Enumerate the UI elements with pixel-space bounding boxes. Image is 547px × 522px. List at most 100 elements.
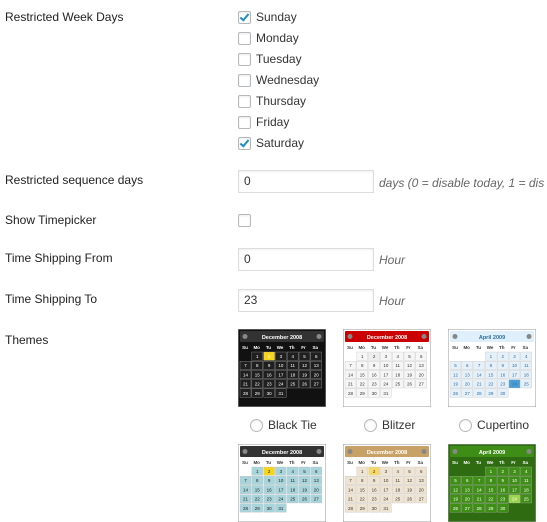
wednesday-checkbox[interactable] xyxy=(238,73,251,87)
theme-radio-blitzer[interactable]: Blitzer xyxy=(364,418,415,432)
timepicker-checkbox[interactable] xyxy=(238,213,251,227)
tuesday-checkbox[interactable] xyxy=(238,52,251,66)
weekday-header: Fr xyxy=(406,345,411,350)
weekday-thursday[interactable]: Thursday xyxy=(238,93,306,109)
day-number: 30 xyxy=(500,506,506,511)
weekday-sunday[interactable]: Sunday xyxy=(238,9,297,25)
weekday-header: Su xyxy=(242,345,248,350)
day-number: 26 xyxy=(302,497,308,502)
weekday-tuesday[interactable]: Tuesday xyxy=(238,51,302,67)
theme-thumb-green[interactable]: April 2009 Su Mo Tu We Th Fr Sa 1 2 3 4 5 6 7 8 9 10 11 12 1… xyxy=(448,444,536,522)
day-number: 17 xyxy=(512,372,518,377)
day-number: 18 xyxy=(395,487,401,492)
weekday-header: Tu xyxy=(371,345,376,350)
sunday-label: Sunday xyxy=(256,10,297,24)
thursday-checkbox[interactable] xyxy=(238,94,251,108)
blitzer-radio[interactable] xyxy=(364,418,377,432)
theme-thumb-black-tie[interactable]: December 2008 Su Mo Tu We Th Fr Sa 1 2 3 4 5 6 7 8 9 10 11… xyxy=(238,329,326,407)
day-number: 17 xyxy=(383,372,389,377)
day-number: 12 xyxy=(302,478,308,483)
theme-thumb-cupertino[interactable]: April 2009 Su Mo Tu We Th Fr Sa 1 2 3 4 5 6 7 8 9 10 11 12 1… xyxy=(448,329,536,407)
day-number: 28 xyxy=(348,506,354,511)
friday-checkbox[interactable] xyxy=(238,115,251,129)
weekday-header: Fr xyxy=(301,460,306,465)
day-number: 25 xyxy=(524,497,530,502)
timepicker-toggle[interactable] xyxy=(238,212,256,228)
day-number: 25 xyxy=(290,382,296,387)
weekday-header: We xyxy=(277,460,284,465)
day-number: 29 xyxy=(255,506,261,511)
saturday-label: Saturday xyxy=(256,136,305,150)
day-number: 23 xyxy=(372,382,378,387)
weekday-friday[interactable]: Friday xyxy=(238,114,289,130)
day-number: 14 xyxy=(477,372,483,377)
day-number: 29 xyxy=(255,391,261,396)
day-number: 20 xyxy=(465,382,471,387)
cupertino-radio[interactable] xyxy=(459,418,472,432)
day-number: 12 xyxy=(302,363,308,368)
day-number: 29 xyxy=(488,391,494,396)
day-number: 13 xyxy=(465,487,471,492)
weekday-monday[interactable]: Monday xyxy=(238,30,299,46)
day-number: 18 xyxy=(524,372,530,377)
black-tie-radio[interactable] xyxy=(250,418,263,432)
monday-checkbox[interactable] xyxy=(238,31,251,45)
weekday-header: Sa xyxy=(312,345,318,350)
friday-label: Friday xyxy=(256,115,290,129)
saturday-checkbox[interactable] xyxy=(238,136,251,150)
time-to-input[interactable]: 23 xyxy=(238,289,374,312)
day-number: 19 xyxy=(407,487,413,492)
weekday-header: Su xyxy=(242,460,248,465)
weekday-header: We xyxy=(487,345,494,350)
next-month-icon xyxy=(421,334,427,339)
weekday-header: Th xyxy=(394,345,400,350)
day-number: 22 xyxy=(255,382,261,387)
theme-thumb-blitzer[interactable]: December 2008 Su Mo Tu We Th Fr Sa 1 2 3 4 5 6 7 8 9 10 11… xyxy=(343,329,431,407)
day-number: 21 xyxy=(477,497,483,502)
day-number: 28 xyxy=(477,391,483,396)
weekday-saturday[interactable]: Saturday xyxy=(238,135,304,151)
weekday-header: Th xyxy=(289,345,295,350)
weekday-wednesday[interactable]: Wednesday xyxy=(238,72,319,88)
day-number: 20 xyxy=(465,497,471,502)
theme-1-month-title: December 2008 xyxy=(367,335,407,341)
day-number: 14 xyxy=(348,487,354,492)
day-number: 31 xyxy=(383,506,389,511)
day-number: 24 xyxy=(383,497,389,502)
theme-thumb-desert[interactable]: December 2008 Su Mo Tu We Th Fr Sa 1 2 3 4 5 6 7 8 9 10 11… xyxy=(343,444,431,522)
day-number: 16 xyxy=(267,487,273,492)
day-number: 15 xyxy=(488,372,494,377)
day-number: 23 xyxy=(500,497,506,502)
theme-radio-black-tie[interactable]: Black Tie xyxy=(250,418,317,432)
next-month-icon xyxy=(526,449,532,454)
prev-month-icon xyxy=(452,449,458,454)
sequence-days-input[interactable]: 0 xyxy=(238,170,374,193)
day-number: 21 xyxy=(243,497,249,502)
day-number: 16 xyxy=(267,372,273,377)
next-month-icon xyxy=(526,334,532,339)
day-number: 20 xyxy=(314,372,320,377)
day-number: 26 xyxy=(302,382,308,387)
theme-thumb-dark-hive[interactable]: December 2008 Su Mo Tu We Th Fr Sa 1 2 3 4 5 6 7 8 9 10 11… xyxy=(238,444,326,522)
sunday-checkbox[interactable] xyxy=(238,10,251,24)
day-number: 31 xyxy=(278,391,284,396)
theme-radio-cupertino[interactable]: Cupertino xyxy=(459,418,529,432)
weekday-header: We xyxy=(487,460,494,465)
day-number: 23 xyxy=(500,382,506,387)
time-to-unit: Hour xyxy=(379,294,406,308)
time-from-input[interactable]: 0 xyxy=(238,248,374,271)
day-number: 11 xyxy=(524,363,529,368)
day-number: 22 xyxy=(488,497,494,502)
day-number: 23 xyxy=(267,497,273,502)
day-number: 20 xyxy=(419,372,425,377)
day-number: 19 xyxy=(407,372,413,377)
weekday-header: Tu xyxy=(476,345,481,350)
day-number: 27 xyxy=(419,382,425,387)
day-number: 18 xyxy=(290,372,296,377)
day-number: 22 xyxy=(360,382,366,387)
time-from-unit: Hour xyxy=(379,253,406,267)
day-number: 10 xyxy=(383,478,389,483)
day-number: 16 xyxy=(372,487,378,492)
day-number: 11 xyxy=(395,363,400,368)
day-number: 22 xyxy=(255,497,261,502)
